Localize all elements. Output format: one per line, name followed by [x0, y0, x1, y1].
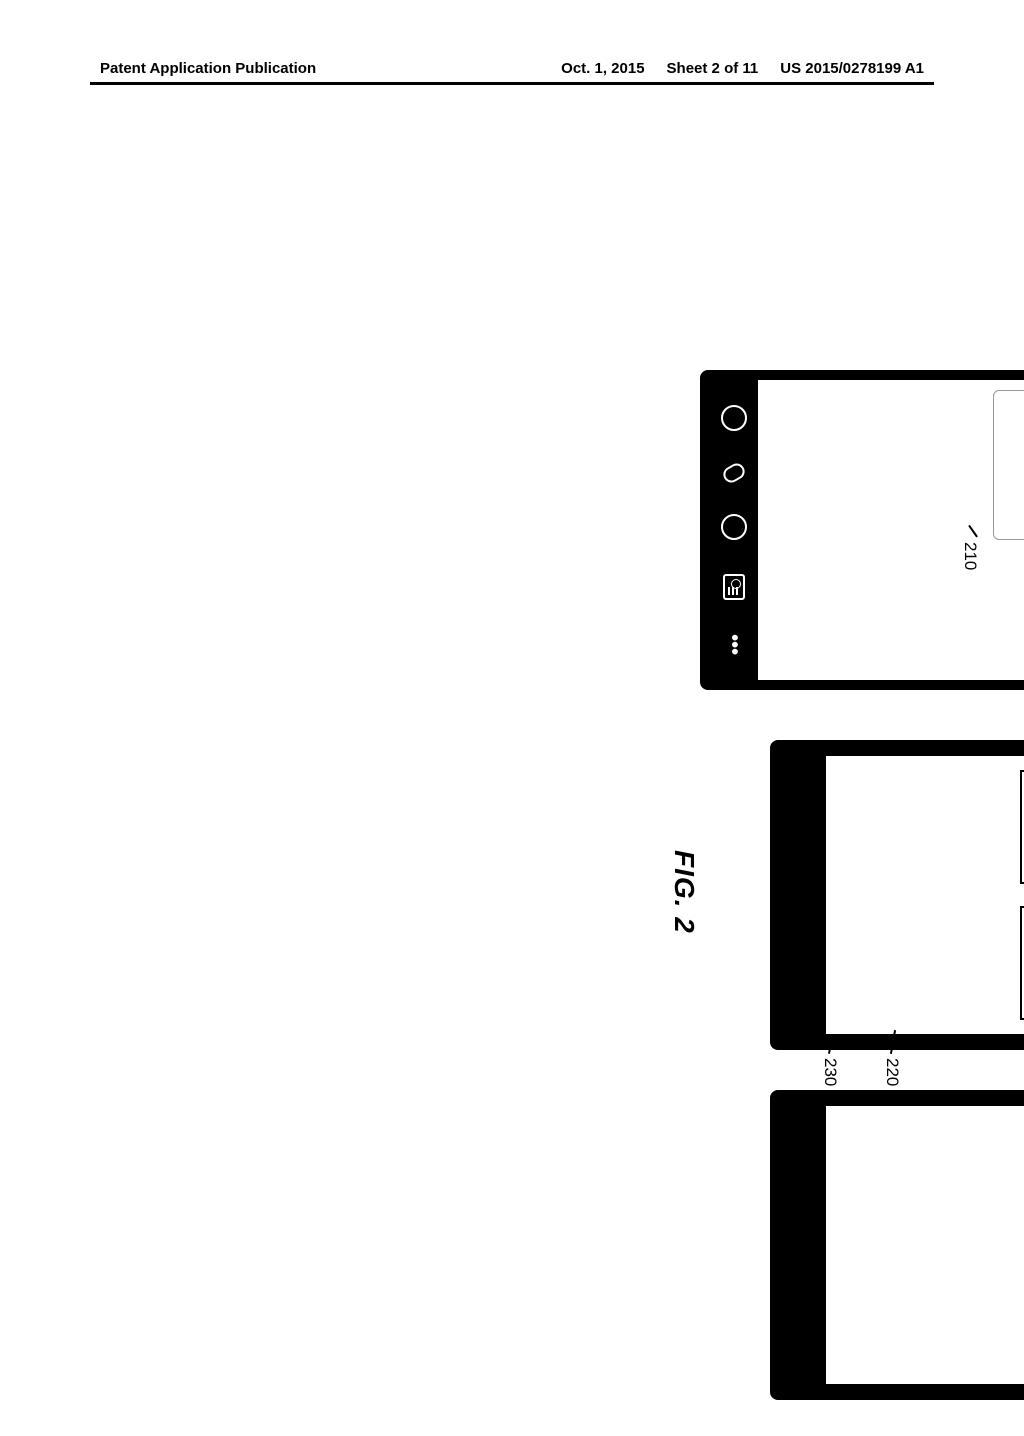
ref-220: 220 [882, 1058, 902, 1086]
header-divider [90, 82, 934, 85]
header-right: Oct. 1, 2015 Sheet 2 of 11 US 2015/02781… [561, 60, 924, 77]
page-header: Patent Application Publication Oct. 1, 2… [0, 60, 1024, 77]
button-row: save cancel [1020, 770, 1024, 1020]
messaging-screen: What would you say to meeting for drinks… [758, 380, 1024, 680]
soft-bar [780, 1100, 826, 1390]
phone-messaging: LTE 9:12 What would you say to meeting f… [700, 370, 1024, 690]
spacer [826, 1106, 1024, 1384]
header-sheet: Sheet 2 of 11 [667, 60, 759, 77]
attach-icon[interactable] [720, 460, 747, 485]
contacts-icon[interactable] [723, 574, 745, 600]
figure-content: 160 LTE 9:12 [640, 370, 1024, 1420]
nav-bar: ••• [710, 380, 758, 680]
phone-assistant-confirm: 12:38 I can add that your calendar. Look… [770, 740, 1024, 1050]
calendar-confirm-card: ADDING TO CALENDAR Meet for drinks and f… [826, 756, 1024, 1034]
ref-210: 210 [960, 542, 980, 570]
voice-icon[interactable] [721, 405, 747, 431]
header-pubno: US 2015/0278199 A1 [780, 60, 924, 77]
figure-area: 160 LTE 9:12 [310, 370, 1024, 1200]
outgoing-bubble-placeholder[interactable] [993, 390, 1024, 540]
figure-caption: FIG. 2 [668, 850, 700, 934]
ref-225: 225 [772, 745, 792, 773]
header-left: Patent Application Publication [100, 60, 316, 77]
phone-assistant-done: 12:38 Great. I've added that to your cal… [770, 1090, 1024, 1400]
more-icon[interactable]: ••• [724, 634, 744, 655]
cancel-button[interactable]: cancel [1020, 906, 1024, 1020]
send-icon[interactable] [721, 514, 747, 540]
save-button[interactable]: save [1020, 770, 1024, 884]
message-thread: What would you say to meeting for drinks… [993, 390, 1024, 670]
ref-230: 230 [820, 1058, 840, 1086]
header-date: Oct. 1, 2015 [561, 60, 644, 77]
